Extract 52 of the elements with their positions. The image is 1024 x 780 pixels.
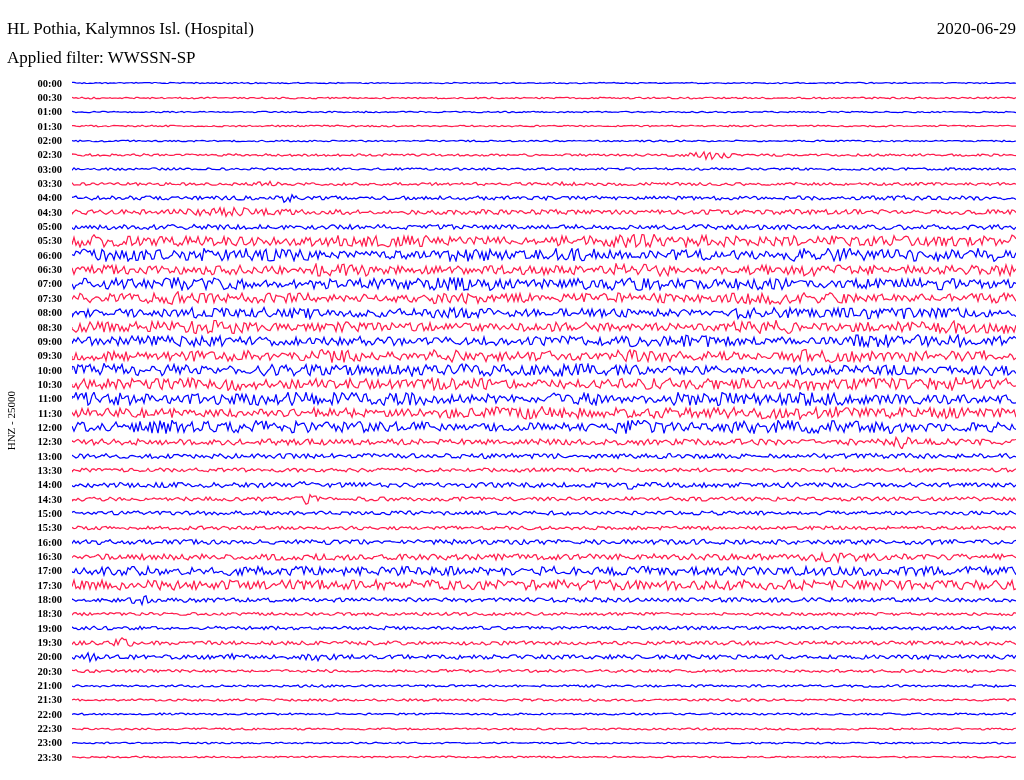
- time-label: 00:00: [36, 77, 62, 89]
- time-label: 16:00: [36, 536, 62, 548]
- time-label: 02:30: [36, 149, 62, 161]
- time-label: 10:30: [36, 378, 62, 390]
- time-label: 23:00: [36, 737, 62, 749]
- time-label: 10:00: [36, 364, 62, 376]
- time-label: 20:30: [36, 665, 62, 677]
- time-label: 15:00: [36, 508, 62, 519]
- time-label: 13:00: [36, 450, 62, 462]
- time-label: 03:00: [36, 163, 62, 175]
- time-label: 02:00: [36, 135, 62, 147]
- time-label: 23:30: [36, 751, 62, 763]
- time-label: 18:30: [36, 608, 62, 620]
- time-label: 12:00: [36, 421, 62, 433]
- time-label: 05:30: [36, 235, 62, 247]
- time-label: 20:00: [36, 651, 62, 663]
- time-label: 03:30: [36, 178, 62, 190]
- time-label: 13:30: [36, 464, 62, 476]
- time-label: 19:30: [36, 637, 62, 649]
- time-label: 07:00: [36, 278, 62, 290]
- time-label: 06:30: [36, 264, 62, 276]
- axis-label: HNZ - 25000: [3, 390, 18, 450]
- time-label: 12:30: [36, 436, 62, 448]
- filter-label: Applied filter: WWSSN-SP: [6, 47, 196, 68]
- time-label: 01:30: [36, 120, 62, 132]
- date-label: 2020-06-29: [936, 19, 1016, 39]
- time-label: 04:00: [36, 192, 62, 204]
- time-label: 09:30: [36, 350, 62, 362]
- time-label: 05:00: [36, 221, 62, 233]
- time-label: 21:30: [36, 694, 62, 706]
- time-label: 14:00: [36, 479, 62, 491]
- time-label: 15:30: [36, 522, 62, 534]
- time-label: 00:30: [36, 92, 62, 103]
- time-label: 17:00: [36, 565, 62, 577]
- time-label: 19:00: [36, 622, 62, 634]
- time-label: 18:00: [36, 594, 62, 606]
- time-label: 21:00: [36, 680, 62, 692]
- time-label: 08:30: [36, 321, 62, 333]
- time-label: 04:30: [36, 206, 62, 218]
- time-label: 17:30: [36, 579, 62, 591]
- time-label: 11:00: [37, 393, 62, 405]
- time-label: 14:30: [36, 493, 62, 505]
- time-label: 22:00: [36, 708, 62, 720]
- time-label: 16:30: [36, 551, 62, 562]
- time-label: 11:30: [37, 407, 62, 419]
- time-label: 09:00: [36, 335, 62, 347]
- time-label: 08:00: [36, 307, 62, 319]
- station-title: HL Pothia, Kalymnos Isl. (Hospital): [7, 19, 254, 39]
- time-label: 07:30: [36, 292, 62, 304]
- time-label: 06:00: [36, 249, 62, 261]
- time-label: 22:30: [36, 723, 62, 735]
- time-label: 01:00: [36, 106, 62, 118]
